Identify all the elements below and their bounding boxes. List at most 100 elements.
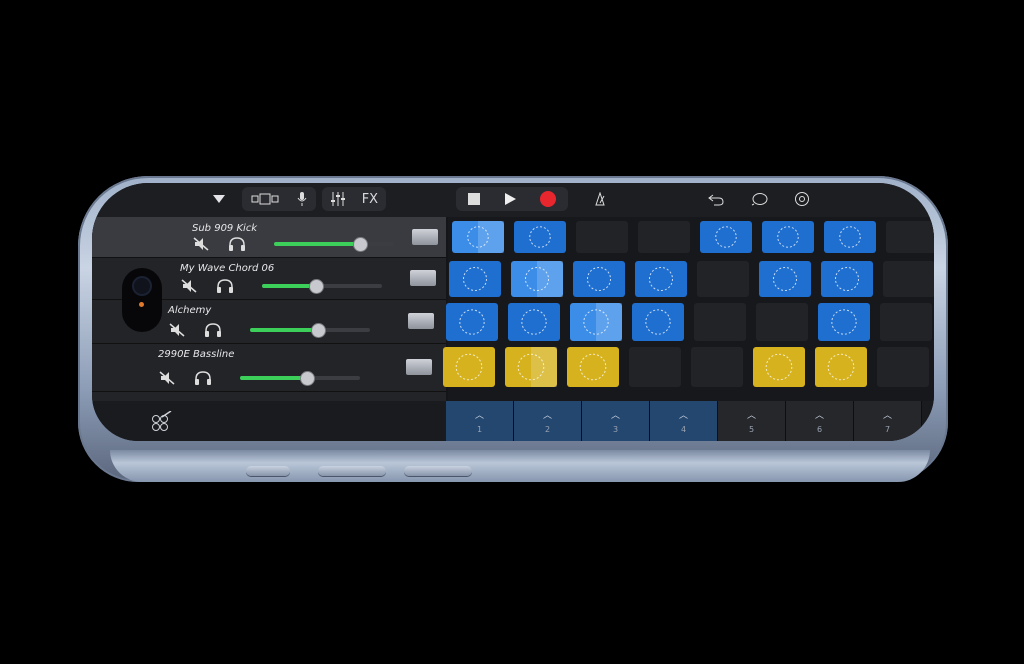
- stage: FX Sub 909 Kick My Wave Chord 06 Alchemy 29…: [0, 0, 1024, 664]
- loop-cell[interactable]: [635, 261, 687, 297]
- loop-cell[interactable]: [576, 221, 628, 253]
- track-name: My Wave Chord 06: [180, 263, 275, 274]
- microphone-icon[interactable]: [297, 192, 307, 206]
- loop-cell[interactable]: [756, 303, 808, 341]
- loop-cell[interactable]: [511, 261, 563, 297]
- browser-button[interactable]: [202, 187, 236, 211]
- scene-trigger-button[interactable]: ︿ 3: [582, 401, 650, 441]
- scene-trigger-button[interactable]: ︿ 2: [514, 401, 582, 441]
- loop-cell[interactable]: [570, 303, 622, 341]
- chevron-up-icon: ︿: [882, 411, 892, 421]
- loop-cell[interactable]: [573, 261, 625, 297]
- volume-fill: [250, 328, 318, 332]
- control-bar: FX: [92, 183, 934, 217]
- mute-icon[interactable]: [192, 237, 210, 251]
- mute-icon[interactable]: [158, 371, 176, 385]
- volume-knob[interactable]: [309, 279, 324, 294]
- scene-number: 2: [544, 425, 551, 434]
- loop-cell[interactable]: [629, 347, 681, 387]
- track-header[interactable]: Sub 909 Kick: [92, 217, 446, 258]
- scene-number: 3: [612, 425, 619, 434]
- play-icon[interactable]: [503, 192, 517, 206]
- chevron-up-icon: ︿: [542, 411, 552, 421]
- loop-cell[interactable]: [449, 261, 501, 297]
- phone-frame-bottom: [110, 450, 930, 482]
- headphones-icon[interactable]: [228, 237, 246, 251]
- loop-cell[interactable]: [880, 303, 932, 341]
- loop-cell[interactable]: [694, 303, 746, 341]
- track-header[interactable]: 2990E Bassline: [92, 343, 446, 392]
- instrument-icon[interactable]: [408, 313, 434, 329]
- loop-cell[interactable]: [505, 347, 557, 387]
- scene-trigger-button[interactable]: ︿ 5: [718, 401, 786, 441]
- volume-slider[interactable]: [274, 237, 394, 252]
- loop-cell[interactable]: [697, 261, 749, 297]
- loop-cell[interactable]: [700, 221, 752, 253]
- instrument-icon[interactable]: [406, 359, 432, 375]
- loop-cell[interactable]: [759, 261, 811, 297]
- loop-cell[interactable]: [452, 221, 504, 253]
- loop-cell[interactable]: [886, 221, 934, 253]
- view-tools-group: [242, 187, 316, 211]
- chevron-up-icon: ︿: [678, 411, 688, 421]
- scene-trigger-button[interactable]: ︿ 1: [446, 401, 514, 441]
- mixer-fx-group: FX: [322, 187, 386, 211]
- volume-slider[interactable]: [262, 279, 382, 294]
- mute-icon[interactable]: [168, 323, 186, 337]
- volume-knob[interactable]: [300, 371, 315, 386]
- volume-fill: [274, 242, 360, 246]
- loop-cell[interactable]: [824, 221, 876, 253]
- scene-number: 4: [680, 425, 687, 434]
- loop-icon[interactable]: [748, 187, 772, 211]
- chevron-up-icon: ︿: [814, 411, 824, 421]
- record-icon[interactable]: [539, 190, 557, 208]
- stop-icon[interactable]: [467, 192, 481, 206]
- track-name: 2990E Bassline: [158, 349, 235, 360]
- scene-trigger-button[interactable]: ︿ 6: [786, 401, 854, 441]
- loop-cell[interactable]: [514, 221, 566, 253]
- instrument-icon[interactable]: [410, 270, 436, 286]
- transport-group: [456, 187, 568, 211]
- mute-icon[interactable]: [180, 279, 198, 293]
- loop-cell[interactable]: [638, 221, 690, 253]
- loop-cell[interactable]: [443, 347, 495, 387]
- settings-icon[interactable]: [790, 187, 814, 211]
- volume-knob[interactable]: [311, 323, 326, 338]
- headphones-icon[interactable]: [204, 323, 222, 337]
- metronome-icon[interactable]: [588, 187, 612, 211]
- loop-cell[interactable]: [883, 261, 934, 297]
- indicator-light: [139, 302, 144, 307]
- loop-cell[interactable]: [446, 303, 498, 341]
- loop-cell[interactable]: [691, 347, 743, 387]
- loop-cell[interactable]: [567, 347, 619, 387]
- live-loops-grid: [443, 217, 934, 401]
- instrument-icon[interactable]: [412, 229, 438, 245]
- volume-knob[interactable]: [353, 237, 368, 252]
- undo-icon[interactable]: [704, 187, 728, 211]
- loop-cell[interactable]: [818, 303, 870, 341]
- scene-trigger-button[interactable]: ︿ 7: [854, 401, 922, 441]
- loop-cell[interactable]: [877, 347, 929, 387]
- loop-cell[interactable]: [753, 347, 805, 387]
- loop-cell[interactable]: [508, 303, 560, 341]
- cell-edit-icon[interactable]: [150, 410, 172, 435]
- camera-lens: [134, 278, 150, 294]
- volume-slider[interactable]: [250, 323, 370, 338]
- fx-button[interactable]: FX: [362, 192, 378, 207]
- headphones-icon[interactable]: [216, 279, 234, 293]
- scene-trigger-button[interactable]: ︿ 4: [650, 401, 718, 441]
- trigger-bar: ︿ 1 ︿ 2 ︿ 3 ︿ 4 ︿ 5 ︿ 6 ︿ 7: [92, 401, 934, 441]
- volume-slider[interactable]: [240, 371, 360, 386]
- scene-number: 1: [476, 425, 483, 434]
- mixer-sliders-icon[interactable]: [330, 192, 346, 206]
- headphones-icon[interactable]: [194, 371, 212, 385]
- dynamic-island: [122, 268, 162, 332]
- view-toggle-icon[interactable]: [251, 193, 279, 205]
- chevron-up-icon: ︿: [746, 411, 756, 421]
- loop-cell[interactable]: [632, 303, 684, 341]
- loop-cell[interactable]: [815, 347, 867, 387]
- loop-cell[interactable]: [762, 221, 814, 253]
- loop-cell[interactable]: [821, 261, 873, 297]
- track-name: Sub 909 Kick: [192, 223, 258, 234]
- chevron-up-icon: ︿: [610, 411, 620, 421]
